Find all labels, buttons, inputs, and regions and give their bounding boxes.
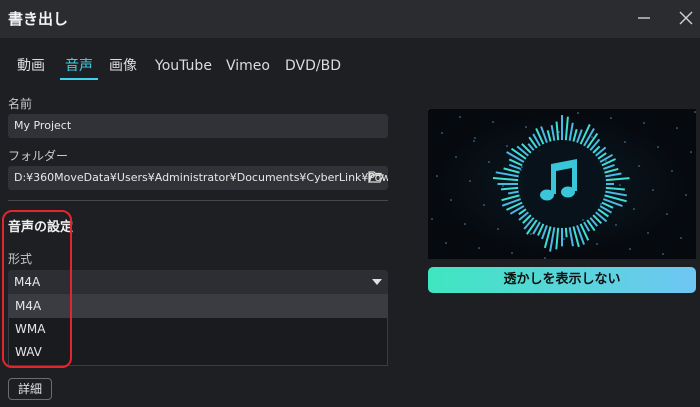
sparkle-dot: [488, 161, 490, 163]
sparkle-dot: [511, 252, 513, 254]
sparkle-dot: [619, 184, 621, 186]
sparkle-dot: [638, 165, 640, 167]
sparkle-dot: [671, 170, 673, 172]
folder-path-field[interactable]: D:¥360MoveData¥Users¥Administrator¥Docum…: [8, 166, 388, 190]
sparkle-dot: [643, 122, 645, 124]
format-selected-value: M4A: [14, 275, 41, 289]
section-divider: [8, 200, 388, 201]
hide-watermark-button[interactable]: 透かしを表示しない: [428, 267, 696, 293]
format-label: 形式: [8, 252, 33, 266]
sparkle-dot: [676, 127, 678, 129]
audio-visualizer-ring: [428, 109, 696, 259]
tab-youtube[interactable]: YouTube: [155, 54, 212, 80]
format-option-m4a[interactable]: M4A: [9, 295, 387, 318]
audio-settings-title: 音声の設定: [8, 220, 74, 235]
sparkle-dot: [506, 145, 508, 147]
sparkle-dot: [615, 224, 617, 226]
sparkle-dot: [680, 237, 682, 239]
sparkle-dot: [591, 136, 593, 138]
sparkle-dot: [483, 204, 485, 206]
sparkle-dot: [441, 132, 443, 134]
sparkle-dot: [492, 121, 494, 123]
format-dropdown-list: M4A WMA WAV: [8, 294, 388, 366]
sparkle-dot: [502, 185, 504, 187]
tab-dvd-bd[interactable]: DVD/BD: [285, 54, 341, 80]
tab-image[interactable]: 画像: [108, 54, 138, 80]
sparkle-dot: [464, 223, 466, 225]
minimize-button[interactable]: [630, 5, 658, 31]
sparkle-dot: [647, 232, 649, 234]
details-button[interactable]: 詳細: [8, 378, 52, 400]
visualizer-bar: [564, 227, 568, 238]
sparkle-dot: [605, 160, 607, 162]
sparkle-dot: [544, 257, 546, 259]
project-name-field[interactable]: My Project: [8, 114, 388, 138]
sparkle-dot: [624, 141, 626, 143]
sparkle-dot: [473, 140, 475, 142]
sparkle-dot: [478, 247, 480, 249]
window-title: 書き出し: [8, 10, 69, 28]
sparkle-dot: [657, 146, 659, 148]
sparkle-dot: [459, 116, 461, 118]
close-icon: [679, 11, 693, 25]
sparkle-dot: [525, 126, 527, 128]
sparkle-dot: [445, 242, 447, 244]
sparkle-dot: [474, 137, 476, 139]
sparkle-dot: [610, 117, 612, 119]
sparkle-dot: [690, 151, 692, 153]
format-select[interactable]: M4A: [8, 270, 388, 294]
sparkle-dot: [633, 208, 635, 210]
minimize-icon: [638, 17, 650, 19]
sparkle-dot: [629, 248, 631, 250]
sparkle-dot: [436, 175, 438, 177]
sparkle-dot: [521, 166, 523, 168]
sparkle-dot: [563, 238, 565, 240]
format-option-wav[interactable]: WAV: [9, 341, 387, 364]
folder-label: フォルダー: [8, 149, 69, 163]
sparkle-dot: [577, 112, 579, 114]
close-button[interactable]: [672, 5, 700, 31]
sparkle-dot: [431, 218, 433, 220]
sparkle-dot: [662, 253, 664, 255]
browse-folder-button[interactable]: [365, 166, 387, 188]
tab-audio[interactable]: 音声: [60, 54, 98, 80]
tab-video[interactable]: 動画: [16, 54, 46, 80]
sparkle-dot: [455, 156, 457, 158]
folder-open-icon: [368, 171, 384, 183]
format-option-wma[interactable]: WMA: [9, 318, 387, 341]
sparkle-dot: [666, 213, 668, 215]
name-label: 名前: [8, 97, 33, 111]
audio-preview: [428, 109, 696, 259]
sparkle-dot: [450, 199, 452, 201]
sparkle-dot: [497, 228, 499, 230]
sparkle-dot: [530, 233, 532, 235]
sparkle-dot: [652, 189, 654, 191]
tab-vimeo[interactable]: Vimeo: [226, 54, 270, 80]
sparkle-dot: [685, 194, 687, 196]
sparkle-dot: [582, 219, 584, 221]
title-bar: 書き出し: [0, 0, 700, 38]
chevron-down-icon[interactable]: [372, 279, 382, 285]
sparkle-dot: [596, 243, 598, 245]
sparkle-dot: [469, 180, 471, 182]
sparkle-dot: [694, 111, 696, 113]
